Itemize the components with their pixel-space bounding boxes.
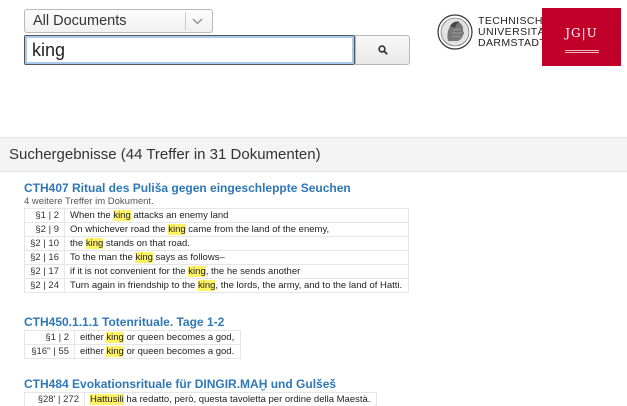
- hit-row[interactable]: §2 | 16 To the man the king says as foll…: [24, 250, 410, 265]
- hit-reference: §28' | 272: [24, 392, 85, 406]
- results-summary: Suchergebnisse (44 Treffer in 31 Dokumen…: [9, 146, 321, 163]
- hit-text: On whichever road the king came from the…: [63, 222, 410, 237]
- hit-row[interactable]: §16'' | 55 either king or queen becomes …: [24, 344, 242, 359]
- hit-text: the king stands on that road.: [63, 236, 410, 251]
- results-summary-bar: Suchergebnisse (44 Treffer in 31 Dokumen…: [0, 137, 627, 172]
- result-group: CTH450.1.1.1 Totenrituale. Tage 1-2 §1 |…: [24, 315, 242, 359]
- hit-highlight: king: [188, 266, 206, 277]
- hit-text: either king or queen becomes a god,: [73, 330, 242, 345]
- hit-highlight: king: [85, 238, 104, 249]
- hit-row[interactable]: §2 | 10 the king stands on that road.: [24, 236, 410, 251]
- chevron-down-icon: [192, 18, 203, 24]
- hit-text: either king or queen becomes a god.: [73, 344, 242, 359]
- hit-highlight: Hattusili: [90, 394, 124, 405]
- hit-highlight: king: [113, 210, 131, 221]
- hits-table: §28' | 272 Hattusili ha redatto, però, q…: [24, 392, 378, 406]
- hit-row[interactable]: §2 | 24 Turn again in friendship to the …: [24, 278, 410, 293]
- hit-reference: §1 | 2: [24, 208, 65, 223]
- jgu-logo: JG|U: [542, 8, 621, 66]
- hit-highlight: king: [197, 280, 216, 291]
- hit-text: Hattusili ha redatto, però, questa tavol…: [83, 392, 378, 406]
- hit-text: To the man the king says as follows–: [63, 250, 410, 265]
- result-group-title[interactable]: CTH407 Ritual des Puliša gegen eingeschl…: [24, 181, 409, 195]
- document-scope-value: All Documents: [33, 13, 127, 29]
- search-icon: [377, 45, 388, 55]
- result-group-title[interactable]: CTH450.1.1.1 Totenrituale. Tage 1-2: [24, 315, 241, 329]
- hits-table: §1 | 2 When the king attacks an enemy la…: [24, 208, 410, 293]
- hit-reference: §2 | 16: [24, 250, 65, 265]
- search-input[interactable]: [24, 35, 355, 65]
- hit-reference: §2 | 9: [24, 222, 65, 237]
- document-scope-select[interactable]: All Documents: [24, 9, 213, 33]
- hit-highlight: king: [106, 346, 124, 357]
- hit-reference: §16'' | 55: [24, 344, 75, 359]
- jgu-subline: [564, 49, 599, 53]
- hit-row[interactable]: §2 | 17 if it is not convenient for the …: [24, 264, 410, 279]
- hit-reference: §2 | 10: [24, 236, 65, 251]
- tu-darmstadt-logo: TECHNISCHE UNIVERSITÄT DARMSTADT: [437, 14, 552, 50]
- hit-text: Turn again in friendship to the king, th…: [63, 278, 410, 293]
- hit-row[interactable]: §28' | 272 Hattusili ha redatto, però, q…: [24, 392, 378, 406]
- jgu-wordmark: JG|U: [565, 25, 598, 40]
- search-button[interactable]: [355, 35, 410, 65]
- hit-row[interactable]: §1 | 2 When the king attacks an enemy la…: [24, 208, 410, 223]
- athena-seal-icon: [437, 14, 473, 50]
- hit-highlight: king: [106, 332, 124, 343]
- hit-text: When the king attacks an enemy land: [63, 208, 410, 223]
- hit-row[interactable]: §1 | 2 either king or queen becomes a go…: [24, 330, 242, 345]
- hit-row[interactable]: §2 | 9 On whichever road the king came f…: [24, 222, 410, 237]
- more-hits-note: 4 weitere Treffer im Dokument.: [24, 196, 154, 207]
- hit-reference: §1 | 2: [24, 330, 75, 345]
- hit-highlight: king: [168, 224, 186, 235]
- hits-table: §1 | 2 either king or queen becomes a go…: [24, 330, 242, 359]
- hit-highlight: king: [135, 252, 153, 263]
- hit-reference: §2 | 24: [24, 278, 65, 293]
- hit-text: if it is not convenient for the king, th…: [63, 264, 410, 279]
- tu-darmstadt-wordmark: TECHNISCHE UNIVERSITÄT DARMSTADT: [478, 14, 552, 49]
- result-group: CTH484 Evokationsrituale für DINGIR.MAḪ …: [24, 377, 378, 406]
- result-group-title[interactable]: CTH484 Evokationsrituale für DINGIR.MAḪ …: [24, 377, 377, 391]
- result-group: CTH407 Ritual des Puliša gegen eingeschl…: [24, 181, 410, 293]
- dropdown-toggle[interactable]: [185, 12, 209, 30]
- hit-reference: §2 | 17: [24, 264, 65, 279]
